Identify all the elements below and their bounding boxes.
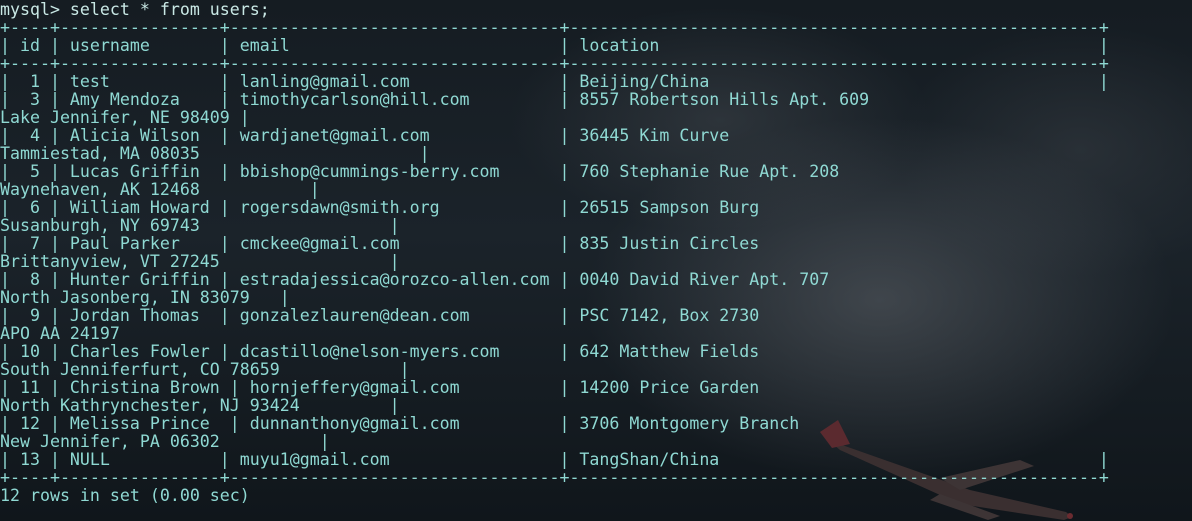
- table-border: +----+----------------+-----------------…: [0, 18, 1109, 37]
- table-row: | 11 | Christina Brown | hornjeffery@gma…: [0, 378, 760, 397]
- table-row-continuation: North Jasonberg, IN 83079 |: [0, 288, 290, 307]
- table-row-continuation: Waynehaven, AK 12468 |: [0, 180, 320, 199]
- mysql-prompt-command: mysql> select * from users;: [0, 0, 270, 19]
- table-row-continuation: Lake Jennifer, NE 98409 |: [0, 108, 250, 127]
- table-border: +----+----------------+-----------------…: [0, 468, 1109, 487]
- table-row-continuation: Susanburgh, NY 69743 |: [0, 216, 400, 235]
- table-row: | 13 | NULL | muyu1@gmail.com | TangShan…: [0, 450, 1109, 469]
- table-row-continuation: Brittanyview, VT 27245 |: [0, 252, 400, 271]
- table-row-continuation: North Kathrynchester, NJ 93424 |: [0, 396, 400, 415]
- table-row-continuation: South Jenniferfurt, CO 78659 |: [0, 360, 410, 379]
- table-row-continuation: Tammiestad, MA 08035 |: [0, 144, 430, 163]
- table-row-continuation: New Jennifer, PA 06302 |: [0, 432, 330, 451]
- table-row: | 12 | Melissa Prince | dunnanthony@gmai…: [0, 414, 800, 433]
- table-row: | 3 | Amy Mendoza | timothycarlson@hill.…: [0, 90, 870, 109]
- result-summary: 12 rows in set (0.00 sec): [0, 486, 250, 505]
- table-row: | 10 | Charles Fowler | dcastillo@nelson…: [0, 342, 760, 361]
- table-row: | 5 | Lucas Griffin | bbishop@cummings-b…: [0, 162, 840, 181]
- table-row: | 8 | Hunter Griffin | estradajessica@or…: [0, 270, 830, 289]
- table-row-continuation: APO AA 24197: [0, 324, 120, 343]
- table-row: | 6 | William Howard | rogersdawn@smith.…: [0, 198, 760, 217]
- mysql-terminal-output[interactable]: mysql> select * from users; +----+-------…: [0, 0, 1109, 505]
- table-row: | 9 | Jordan Thomas | gonzalezlauren@dea…: [0, 306, 760, 325]
- table-border: +----+----------------+-----------------…: [0, 54, 1109, 73]
- table-row: | 1 | test | lanling@gmail.com | Beijing…: [0, 72, 1109, 91]
- table-row: | 7 | Paul Parker | cmckee@gmail.com | 8…: [0, 234, 760, 253]
- table-header-row: | id | username | email | location |: [0, 36, 1109, 55]
- table-row: | 4 | Alicia Wilson | wardjanet@gmail.co…: [0, 126, 730, 145]
